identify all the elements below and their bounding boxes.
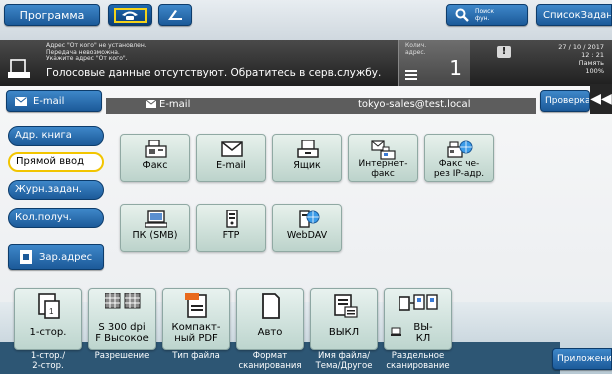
scan-size-caption: Формат сканирования bbox=[238, 351, 302, 371]
nav-multi-destination[interactable]: Кол.получ. bbox=[8, 208, 104, 228]
count-label-line-2: адрес. bbox=[405, 48, 426, 56]
dest-internet-fax-button[interactable]: Интернет- факс bbox=[348, 134, 418, 182]
dest-ftp-button[interactable]: FTP bbox=[196, 204, 266, 252]
handset-icon bbox=[168, 10, 182, 20]
dest-smb-label: ПК (SMB) bbox=[132, 230, 178, 241]
resolution-setting-button[interactable]: S 300 dpi F Высокое bbox=[88, 288, 156, 350]
main-message: Голосовые данные отсутствуют. Обратитесь… bbox=[46, 67, 382, 79]
search-label-line-2: фун. bbox=[475, 15, 490, 22]
message-panel: Адрес "От кого" не установлен. Передача … bbox=[0, 40, 612, 86]
separate-scan-setting-value: ВЫ- КЛ bbox=[413, 322, 433, 344]
search-label: Поиск фун. bbox=[475, 8, 494, 22]
status-info: 27 / 10 / 2017 12 : 21 Память 100% bbox=[558, 43, 604, 75]
program-button[interactable]: Программа bbox=[4, 4, 100, 26]
envelope-icon bbox=[221, 141, 243, 157]
scanner-status-icon bbox=[8, 59, 30, 78]
filename-caption: Имя файла/ Тема/Другое bbox=[315, 351, 373, 371]
file-type-setting-value: Компакт- ный PDF bbox=[171, 322, 221, 344]
dest-email-button[interactable]: E-mail bbox=[196, 134, 266, 182]
file-type-setting-button[interactable]: Компакт- ный PDF bbox=[162, 288, 230, 350]
destination-count-value: 1 bbox=[449, 56, 462, 80]
tab-email[interactable]: E-mail bbox=[6, 90, 102, 112]
box-icon bbox=[297, 140, 319, 158]
register-address-button[interactable]: Зар.адрес bbox=[8, 244, 104, 270]
computer-icon bbox=[145, 210, 167, 228]
dest-ip-fax-button[interactable]: Факс че- рез IP-адр. bbox=[424, 134, 494, 182]
ftp-icon bbox=[226, 210, 238, 228]
job-list-button[interactable]: СписокЗаданий bbox=[536, 4, 612, 26]
dest-box-label: Ящик bbox=[293, 160, 321, 171]
search-label-line-1: Поиск bbox=[475, 8, 495, 15]
internet-fax-icon bbox=[371, 140, 396, 160]
memory-label: Память bbox=[578, 59, 604, 67]
duplex-caption: 1-стор./ 2-стор. bbox=[30, 351, 66, 371]
resolution-icon bbox=[105, 293, 141, 309]
list-icon bbox=[405, 70, 417, 80]
alert-icon[interactable]: ! bbox=[497, 46, 511, 58]
register-address-label: Зар.адрес bbox=[39, 251, 93, 263]
dest-fax-label: Факс bbox=[142, 160, 168, 171]
simplex-icon: 1 bbox=[38, 293, 60, 319]
memory-value: 100% bbox=[585, 67, 604, 75]
collapse-panel-button[interactable]: ◀◀ bbox=[590, 84, 612, 114]
document-icon bbox=[262, 293, 280, 319]
message-line: Укажите адрес "От кого". bbox=[46, 55, 128, 62]
address-value: tokyo-sales@test.local bbox=[358, 99, 471, 110]
register-address-icon bbox=[20, 250, 32, 264]
search-icon bbox=[455, 8, 469, 22]
applications-button[interactable]: Приложение bbox=[552, 348, 612, 370]
dest-smb-button[interactable]: ПК (SMB) bbox=[120, 204, 190, 252]
tab-email-label: E-mail bbox=[33, 95, 65, 107]
destination-type-grid: Факс E-mail Ящик Интернет- факс Факс че-… bbox=[108, 120, 612, 280]
function-search-button[interactable]: Поиск фун. bbox=[446, 4, 528, 26]
file-type-caption: Тип файла bbox=[172, 351, 220, 361]
dest-webdav-button[interactable]: WebDAV bbox=[272, 204, 342, 252]
on-hook-button[interactable] bbox=[158, 4, 192, 26]
separate-scan-icon bbox=[399, 294, 438, 311]
destination-address-bar: E-mail tokyo-sales@test.local bbox=[106, 98, 536, 114]
dest-internet-fax-label: Интернет- факс bbox=[358, 159, 408, 179]
top-bar: Программа Поиск фун. СписокЗаданий bbox=[0, 0, 612, 44]
webdav-icon bbox=[299, 210, 320, 228]
check-button[interactable]: Проверка bbox=[540, 90, 590, 112]
svg-text:1: 1 bbox=[49, 307, 54, 316]
separate-scan-setting-button[interactable]: ВЫ- КЛ bbox=[384, 288, 452, 350]
scan-size-setting-value: Авто bbox=[257, 327, 283, 338]
resolution-setting-value: S 300 dpi F Высокое bbox=[95, 322, 149, 344]
message-lines: Адрес "От кого" не установлен. Передача … bbox=[46, 42, 147, 63]
nav-address-book[interactable]: Адр. книга bbox=[8, 126, 104, 146]
mfp-screen: Программа Поиск фун. СписокЗаданий bbox=[0, 0, 612, 374]
time-text: 12 : 21 bbox=[581, 51, 604, 59]
destination-count-label: Колич. адрес. bbox=[405, 42, 426, 56]
duplex-setting-value: 1-стор. bbox=[29, 327, 67, 338]
selected-frame bbox=[114, 8, 147, 23]
filename-icon bbox=[334, 294, 358, 318]
nav-job-history[interactable]: Журн.задан. bbox=[8, 180, 104, 200]
destination-count-box[interactable]: Колич. адрес. 1 bbox=[398, 40, 470, 86]
filename-setting-button[interactable]: ВЫКЛ bbox=[310, 288, 378, 350]
ip-fax-icon bbox=[447, 140, 473, 158]
resolution-caption: Разрешение bbox=[94, 351, 150, 361]
compact-pdf-icon bbox=[185, 293, 207, 318]
dest-webdav-label: WebDAV bbox=[286, 230, 328, 241]
phone-button[interactable] bbox=[108, 4, 152, 26]
dest-fax-button[interactable]: Факс bbox=[120, 134, 190, 182]
filename-setting-value: ВЫКЛ bbox=[328, 327, 360, 338]
dest-ip-fax-label: Факс че- рез IP-адр. bbox=[433, 159, 485, 179]
address-type: E-mail bbox=[145, 99, 191, 110]
address-type-label: E-mail bbox=[159, 99, 191, 110]
date-text: 27 / 10 / 2017 bbox=[558, 43, 604, 51]
fax-icon bbox=[145, 140, 167, 158]
separate-scan-caption: Раздельное сканирование bbox=[386, 351, 450, 371]
dest-ftp-label: FTP bbox=[222, 230, 240, 241]
scan-size-setting-button[interactable]: Авто bbox=[236, 288, 304, 350]
envelope-icon bbox=[145, 99, 157, 108]
envelope-icon bbox=[15, 96, 27, 106]
dest-email-label: E-mail bbox=[216, 160, 246, 171]
dest-box-button[interactable]: Ящик bbox=[272, 134, 342, 182]
duplex-setting-button[interactable]: 1 1-стор. bbox=[14, 288, 82, 350]
nav-direct-input[interactable]: Прямой ввод bbox=[8, 152, 104, 172]
